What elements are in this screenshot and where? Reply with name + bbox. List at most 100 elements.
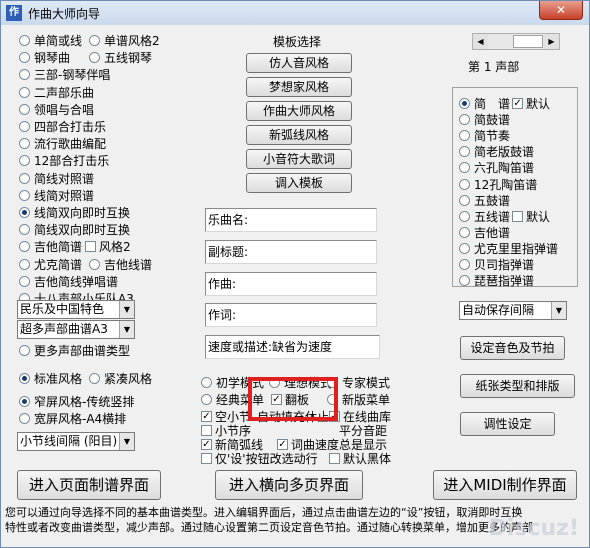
notation-type-radio[interactable]: 简节奏 (459, 127, 510, 144)
radio-circle[interactable] (19, 258, 30, 270)
radio-circle[interactable] (19, 224, 30, 236)
notation-type-radio[interactable]: 简 谱 ✓ 默认 (459, 95, 550, 112)
measure-scrollbar[interactable]: ◀ ▶ (472, 33, 560, 50)
style-combo[interactable]: 民乐及中国特色 ▼ (17, 300, 135, 319)
radio-circle[interactable] (459, 178, 470, 190)
score-type-option[interactable]: 简线对照谱 (19, 170, 94, 187)
tpl-dream-button[interactable]: 梦想家风格 (246, 77, 352, 97)
check-icon[interactable]: ✓ (201, 439, 212, 450)
style-standard-radio[interactable]: 标准风格 (19, 370, 82, 387)
text-field[interactable]: 速度或描述:缺省为速度 (205, 335, 380, 359)
radio-circle[interactable] (19, 86, 30, 98)
notation-type-radio[interactable]: 12孔陶笛谱 (459, 176, 537, 193)
radio-circle[interactable] (459, 242, 470, 254)
chevron-down-icon[interactable]: ▼ (119, 301, 134, 318)
radio-circle[interactable] (19, 35, 30, 46)
score-type-option[interactable]: 吉他线谱 (89, 256, 152, 273)
radio-circle[interactable] (459, 259, 470, 270)
radio-circle[interactable] (19, 241, 30, 253)
radio-circle[interactable] (459, 98, 470, 109)
score-type-option[interactable]: 12部合打击乐 (19, 152, 109, 169)
spacing-combo[interactable]: 小节线间隔 (阳目) ▼ (17, 432, 135, 451)
radio-circle[interactable] (19, 413, 30, 424)
score-type-option[interactable]: 单谱风格2 (89, 32, 160, 49)
midi-button[interactable]: 进入MIDI制作界面 (433, 470, 577, 500)
check-icon[interactable] (201, 453, 212, 464)
score-type-option[interactable]: 领唱与合唱 (19, 101, 94, 118)
score-type-option[interactable]: 四部合打击乐 (19, 118, 106, 135)
text-field[interactable]: 乐曲名: (205, 208, 377, 232)
paper-wide-radio[interactable]: 宽屏风格-A4横排 (19, 410, 126, 427)
scroll-left-icon[interactable]: ◀ (473, 34, 488, 49)
check-icon[interactable] (512, 210, 524, 222)
check-icon[interactable] (85, 241, 96, 253)
score-type-option[interactable]: 风格2 (83, 238, 131, 255)
score-type-option[interactable]: 简线双向即时互换 (19, 221, 130, 238)
style-compact-radio[interactable]: 紧凑风格 (89, 370, 152, 387)
radio-circle[interactable] (89, 52, 100, 64)
score-type-option[interactable]: 流行歌曲编配 (19, 135, 106, 152)
score-type-option[interactable]: 尤克简谱 (19, 256, 82, 273)
tpl-renyin-button[interactable]: 仿人音风格 (246, 53, 352, 73)
radio-circle[interactable] (89, 35, 100, 46)
notation-type-radio[interactable]: 贝司指弹谱 (459, 256, 534, 273)
scroll-thumb[interactable] (513, 35, 543, 48)
check-icon[interactable]: ✓ (277, 439, 288, 450)
tpl-load-button[interactable]: 调入模板 (246, 173, 352, 193)
page-notation-button[interactable]: 进入页面制谱界面 (17, 470, 161, 500)
score-type-option[interactable]: 单简或线 (19, 32, 82, 49)
radio-circle[interactable] (19, 52, 30, 64)
notation-type-radio[interactable]: 五线谱 默认 (459, 208, 550, 225)
score-type-option[interactable]: 五线钢琴 (89, 49, 152, 66)
radio-circle[interactable] (459, 146, 470, 158)
radio-circle[interactable] (459, 162, 470, 174)
score-type-option[interactable]: 三部-钢琴伴唱 (19, 66, 110, 83)
text-field[interactable]: 作曲: (205, 272, 377, 296)
score-type-option[interactable]: 线简双向即时互换 (19, 204, 130, 221)
radio-circle[interactable] (459, 130, 470, 142)
radio-circle[interactable] (19, 121, 30, 132)
radio-circle[interactable] (201, 377, 212, 388)
chevron-down-icon[interactable]: ▼ (119, 321, 134, 338)
check-icon[interactable] (201, 425, 212, 436)
notation-type-radio[interactable]: 五鼓谱 (459, 192, 510, 209)
score-type-option[interactable]: 钢琴曲 (19, 49, 70, 66)
radio-circle[interactable] (19, 155, 30, 167)
radio-circle[interactable] (19, 345, 30, 356)
notation-type-radio[interactable]: 尤克里里指弹谱 (459, 240, 558, 257)
key-setting-button[interactable]: 调性设定 (460, 412, 555, 436)
text-field[interactable]: 副标题: (205, 240, 377, 264)
radio-circle[interactable] (459, 210, 470, 222)
text-field[interactable]: 作词: (205, 303, 377, 327)
default-bold-check[interactable]: 默认黑体 (327, 450, 391, 467)
radio-circle[interactable] (19, 275, 30, 287)
chevron-down-icon[interactable]: ▼ (551, 302, 566, 319)
radio-circle[interactable] (19, 396, 30, 407)
score-type-option[interactable]: 二声部乐曲 (19, 84, 94, 101)
score-type-option[interactable]: 吉他简谱 (19, 238, 82, 255)
check-icon[interactable] (329, 453, 340, 464)
check-icon[interactable]: ✓ (201, 411, 212, 422)
score-type-option[interactable]: 吉他简线弹唱谱 (19, 273, 118, 290)
radio-circle[interactable] (19, 69, 30, 81)
check-icon[interactable]: ✓ (512, 98, 524, 109)
radio-circle[interactable] (19, 103, 30, 115)
horizontal-pages-button[interactable]: 进入横向多页界面 (215, 470, 363, 500)
scroll-right-icon[interactable]: ▶ (544, 34, 559, 49)
tpl-master-button[interactable]: 作曲大师风格 (246, 101, 352, 121)
notation-type-radio[interactable]: 简鼓谱 (459, 111, 510, 128)
more-types-radio[interactable]: 更多声部曲谱类型 (19, 342, 130, 359)
paper-narrow-radio[interactable]: 窄屏风格-传统竖排 (19, 393, 134, 410)
radio-circle[interactable] (201, 394, 212, 405)
score-type-option[interactable]: 线简对照谱 (19, 187, 94, 204)
radio-circle[interactable] (19, 172, 30, 184)
notation-type-radio[interactable]: 简老版鼓谱 (459, 143, 534, 160)
notation-type-radio[interactable]: 六孔陶笛谱 (459, 159, 534, 176)
radio-circle[interactable] (459, 194, 470, 206)
only-set-check[interactable]: 仅'设'按钮改选动行 (199, 450, 318, 467)
radio-circle[interactable] (19, 373, 30, 384)
radio-circle[interactable] (89, 258, 100, 270)
multi-combo[interactable]: 超多声部曲谱A3 ▼ (17, 320, 135, 339)
radio-circle[interactable] (459, 226, 470, 238)
tpl-arc-button[interactable]: 新弧线风格 (246, 125, 352, 145)
